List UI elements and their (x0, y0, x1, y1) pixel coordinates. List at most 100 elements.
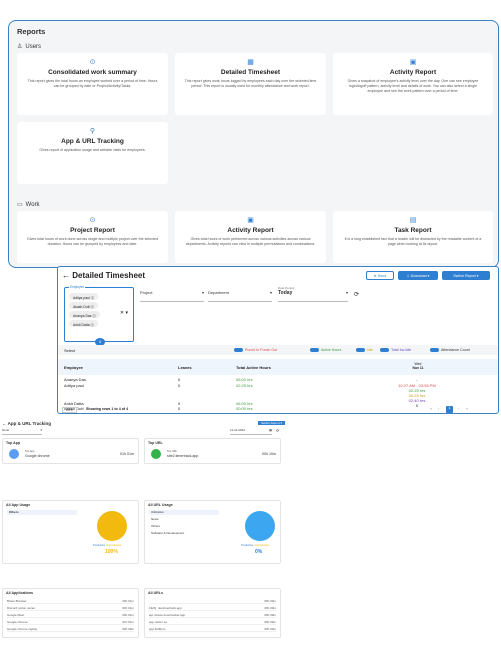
report-card-project[interactable]: ⊙ Project Report Gives total hours of wo… (17, 211, 168, 263)
employee-chip[interactable]: Aditya paul ⓧ (69, 293, 99, 300)
col-employee: Employee (64, 365, 83, 370)
list-item: Discord notion owner 00h 01m (7, 606, 134, 611)
clear-icon[interactable]: ✕ ▾ (120, 310, 128, 316)
col-leaves: Leaves (178, 365, 192, 370)
url-usage-row: Utilization (149, 510, 219, 515)
report-card-consolidated[interactable]: ⊙ Consolidated work summary This report … (17, 53, 168, 115)
reports-panel: Reports ♙ Users ⊙ Consolidated work summ… (8, 20, 499, 268)
idle-toggle[interactable]: Idle (356, 348, 373, 353)
refresh-icon[interactable]: ⟳ (276, 428, 279, 433)
url-time: 00h 00m (264, 606, 276, 610)
app-name: Google Meet (7, 613, 25, 617)
card-description: This report gives the total hours an emp… (27, 79, 158, 88)
app-time: 01h 01m (122, 620, 134, 624)
select-label: Select (64, 348, 76, 353)
app-name: Google chrome nightly (7, 627, 38, 631)
send-label: Send (377, 273, 387, 278)
toggle-switch (356, 348, 365, 353)
report-card-task[interactable]: ▤ Task Report It is a long established f… (333, 211, 493, 263)
app-usage-row-label: Others (9, 510, 19, 514)
toggle-label: Active Hours (321, 348, 342, 352)
top-app-name: Google chrome (25, 454, 50, 458)
app-usage-row: Others (7, 510, 77, 515)
punch-toggle[interactable]: Punch In Punch Out (234, 348, 277, 353)
app-tracking-title: App & URL Tracking (7, 421, 52, 426)
page-size-select[interactable]: 20 ▾ (62, 407, 77, 413)
legend-unproductive: Unproductive (254, 544, 270, 547)
url-name: Fluffy: devtimertrack.app (149, 606, 182, 610)
project-select[interactable]: Project ▾ (140, 290, 204, 302)
switch-label: Switch Report (261, 421, 280, 425)
list-item: Brave Browser 00h 01m (7, 599, 134, 604)
employee-label: Employee (69, 285, 86, 289)
chevron-down-icon: ▾ (426, 273, 430, 278)
employee-select[interactable]: Employee Aditya paul ⓧ Akash Dutt ⓧ Anan… (64, 285, 134, 346)
back-arrow-icon[interactable]: ← (62, 271, 70, 280)
total-toggle[interactable]: Total Inc.Idle (380, 348, 411, 353)
row-dash: - (416, 377, 418, 382)
download-button[interactable]: ⇩ Download ▾ (398, 271, 438, 280)
card-title: App & URL Tracking (61, 138, 124, 145)
report-card-activity[interactable]: ▣ Activity Report Gives a snapshot of em… (333, 53, 493, 115)
work-section-label: Work (25, 201, 40, 208)
toggle-label: Idle (367, 348, 373, 352)
timesheet-title: Detailed Timesheet (72, 271, 146, 280)
app-url-tracking-panel: ← App & URL Tracking Switch Report ▾ Non… (0, 418, 501, 653)
list-item: Google chrome nightly 00h 00m (7, 627, 134, 632)
card-description: It is a long established fact that a rea… (344, 237, 482, 246)
url-usage-row-label: Others (151, 524, 161, 528)
prev-page-icon[interactable]: « (430, 407, 432, 411)
active-toggle[interactable]: Active Hours (310, 348, 342, 353)
chevron-down-icon: ▾ (345, 290, 348, 295)
top-url-label: Top URL (148, 441, 163, 445)
top-url-sub: Top URL (167, 450, 178, 453)
card-title: Task Report (394, 227, 432, 234)
card-title: Consolidated work summary (48, 69, 137, 76)
report-card-detailed-timesheet[interactable]: ▦ Detailed Timesheet This report gives w… (175, 53, 326, 115)
filter-select[interactable]: None ▾ (2, 428, 42, 435)
prev-icon[interactable]: ‹ (438, 407, 439, 411)
toggle-bar: Select Punch In Punch Out Active Hours I… (58, 345, 498, 355)
card-title: Detailed Timesheet (220, 69, 281, 76)
row-leaves: 0 (178, 383, 181, 388)
date-period-select[interactable]: Date Period Today ▾ (278, 286, 348, 302)
list-item: 00h 00m (149, 599, 276, 604)
employee-chip[interactable]: Ananya Das ⓧ (69, 311, 100, 318)
employee-chip[interactable]: Akash Dutt ⓧ (69, 302, 98, 309)
download-label: Download (410, 273, 427, 278)
next-page-icon[interactable]: » (466, 407, 468, 411)
users-section-label: Users (25, 43, 42, 50)
switch-report-button[interactable]: Switch Report ▾ (258, 421, 286, 425)
chevron-down-icon: ▾ (201, 290, 204, 295)
page-1-button[interactable]: 1 (446, 406, 453, 413)
clock-icon: ⊙ (89, 59, 96, 66)
attendance-toggle[interactable]: Attendance Count (430, 348, 470, 353)
app-name: Google chrome (7, 620, 28, 624)
card-title: Project Report (70, 227, 115, 234)
app-name: Discord notion owner (7, 606, 36, 610)
app-time: 00h 01m (122, 599, 134, 603)
toggle-switch (380, 348, 389, 353)
date-period-value: Today (278, 290, 293, 296)
next-icon[interactable]: › (458, 407, 459, 411)
refresh-icon[interactable]: ⟳ (354, 291, 359, 298)
app-usage-card: All App Usage Others Productive Unproduc… (2, 500, 139, 564)
send-button[interactable]: ➤ Send (366, 271, 394, 280)
app-name: Brave Browser (7, 599, 27, 603)
toggle-label: Attendance Count (441, 348, 470, 352)
report-card-work-activity[interactable]: ▣ Activity Report Gives total hours of w… (175, 211, 326, 263)
report-card-app-url[interactable]: ⚲ App & URL Tracking Gives report of app… (17, 122, 168, 184)
url-usage-pie (245, 511, 275, 541)
card-title: Activity Report (389, 69, 437, 76)
url-legend: Productive Unproductive (241, 544, 269, 547)
department-select[interactable]: Department ▾ (208, 290, 272, 302)
chevron-down-icon: ▾ (475, 273, 479, 278)
employee-chip[interactable]: Ankit Datta ⓧ (69, 320, 98, 327)
switch-report-button[interactable]: Switch Report ▾ (442, 271, 490, 280)
app-time: 00h 00m (122, 627, 134, 631)
url-name: app.fluffify.io (149, 627, 166, 631)
back-arrow-icon[interactable]: ← (2, 421, 7, 426)
date-picker[interactable]: 11-11-2024 ▦ (230, 428, 272, 435)
list-item: api.minute.timertracker.app 00h 00m (149, 613, 276, 618)
list-item: Google Meet 00h 01m (7, 613, 134, 618)
